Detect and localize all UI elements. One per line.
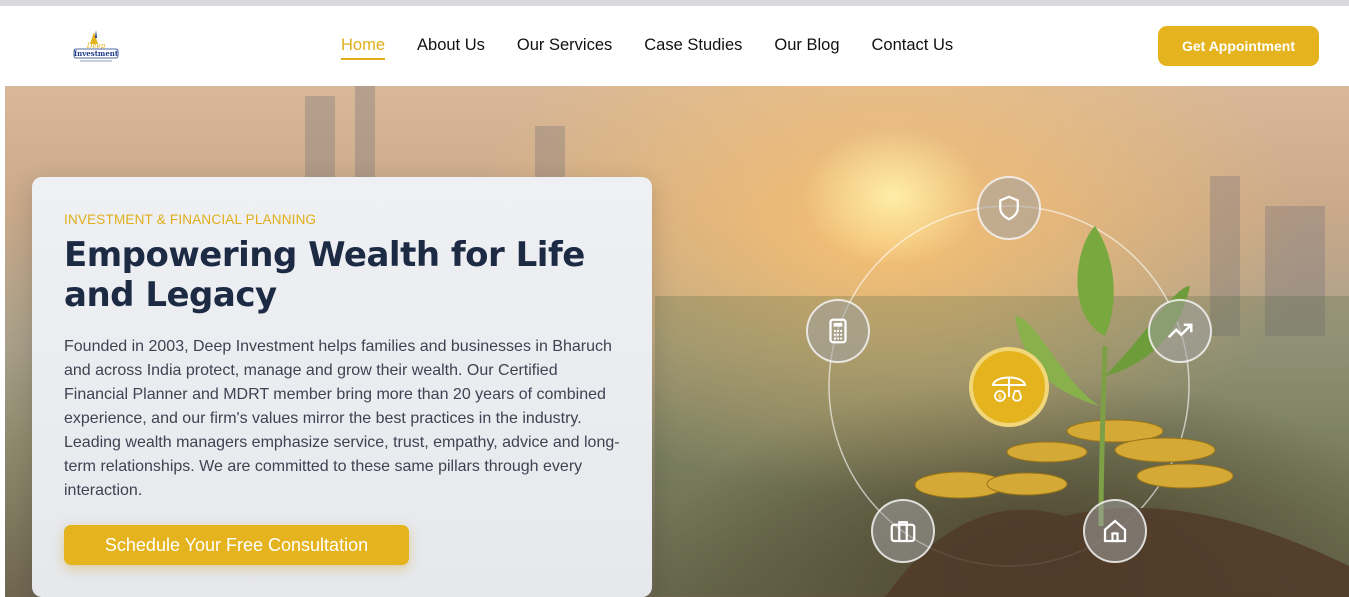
growth-node[interactable] <box>1148 299 1212 363</box>
site-logo[interactable]: Deep Investment <box>70 28 122 64</box>
nav-home[interactable]: Home <box>341 36 386 60</box>
hero-description: Founded in 2003, Deep Investment helps f… <box>64 338 620 499</box>
coin-stack <box>914 419 1234 499</box>
home-node[interactable] <box>1083 499 1147 563</box>
main-nav: Home About Us Our Services Case Studies … <box>341 36 953 60</box>
center-umbrella-node[interactable]: $ <box>969 347 1049 427</box>
nav-case-studies[interactable]: Case Studies <box>644 36 742 60</box>
hero-headline: Empowering Wealth for Life and Legacy <box>64 235 585 315</box>
hero-eyebrow: INVESTMENT & FINANCIAL PLANNING <box>64 212 317 227</box>
svg-text:$: $ <box>998 393 1002 401</box>
nav-our-blog[interactable]: Our Blog <box>774 36 839 60</box>
nav-contact-us[interactable]: Contact Us <box>872 36 954 60</box>
home-icon <box>1103 519 1127 543</box>
trending-up-icon <box>1167 323 1193 339</box>
briefcase-node[interactable] <box>871 499 935 563</box>
shield-node[interactable] <box>977 176 1041 240</box>
schedule-consultation-button[interactable]: Schedule Your Free Consultation <box>64 525 409 565</box>
shield-icon <box>999 195 1019 221</box>
svg-text:Investment: Investment <box>74 49 119 58</box>
nav-our-services[interactable]: Our Services <box>517 36 612 60</box>
briefcase-icon <box>890 521 916 543</box>
site-header: Deep Investment Home About Us Our Servic… <box>0 6 1349 86</box>
nav-about-us[interactable]: About Us <box>417 36 485 60</box>
hero-card: INVESTMENT & FINANCIAL PLANNING Empoweri… <box>32 177 652 597</box>
calculator-icon <box>829 318 847 344</box>
umbrella-money-icon: $ <box>991 376 1027 402</box>
calculator-node[interactable] <box>806 299 870 363</box>
get-appointment-button[interactable]: Get Appointment <box>1158 26 1319 66</box>
